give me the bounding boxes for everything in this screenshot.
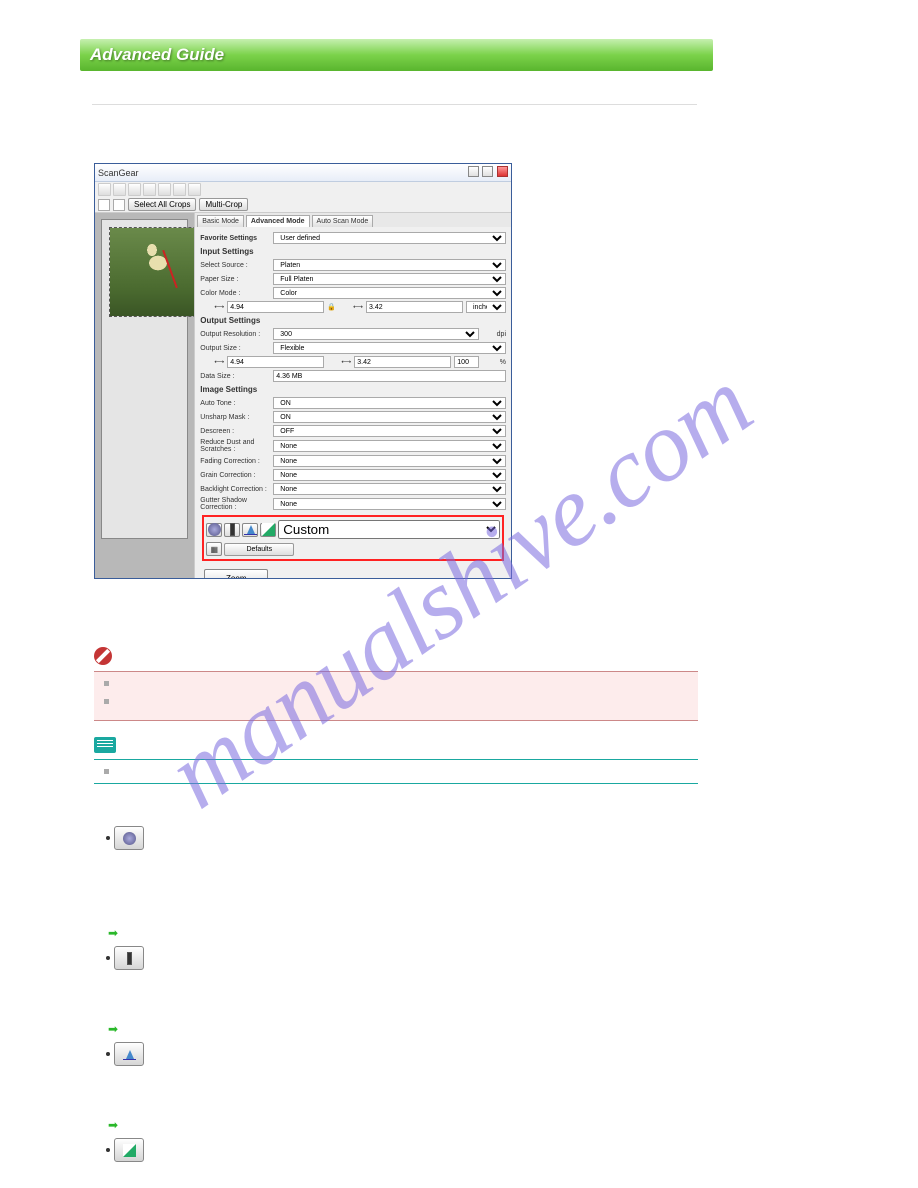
window-controls[interactable]: [467, 166, 508, 179]
header-title: Advanced Guide: [90, 45, 224, 65]
in-h[interactable]: [366, 301, 463, 313]
lock-icon[interactable]: 🔒: [327, 303, 336, 311]
tool-icon[interactable]: [98, 183, 111, 196]
bullet-icon: [104, 681, 109, 686]
gutter-select[interactable]: None: [273, 498, 506, 510]
input-head: Input Settings: [200, 247, 506, 256]
tone-curve-icon[interactable]: [114, 1138, 144, 1162]
important-icon: [94, 647, 112, 665]
select-all-crops-button[interactable]: Select All Crops: [128, 198, 196, 211]
brightness-icon[interactable]: [224, 523, 240, 537]
app-title: ScanGear: [98, 168, 139, 178]
divider: [92, 104, 697, 105]
datasize: [273, 370, 506, 382]
in-w[interactable]: [227, 301, 324, 313]
multi-crop-button[interactable]: Multi-Crop: [199, 198, 248, 211]
res-select[interactable]: 300: [273, 328, 479, 340]
color-select[interactable]: Color: [273, 287, 506, 299]
tab-basic[interactable]: Basic Mode: [197, 215, 244, 227]
saturation-balance-icon[interactable]: [114, 826, 144, 850]
tone-curve-icon[interactable]: [260, 523, 276, 537]
fading-select[interactable]: None: [273, 455, 506, 467]
tool-icon[interactable]: [113, 183, 126, 196]
scangear-window: ScanGear Select All Crops Multi-Crop Bas…: [94, 163, 512, 579]
adjust-list: ➡ ➡ ➡: [94, 826, 698, 1166]
tab-auto[interactable]: Auto Scan Mode: [312, 215, 374, 227]
saturation-icon[interactable]: [206, 523, 222, 537]
histogram-icon[interactable]: [242, 523, 258, 537]
titlebar: ScanGear: [95, 164, 511, 182]
arrow-icon: ➡: [108, 1022, 698, 1036]
maximize-icon[interactable]: [482, 166, 493, 177]
defaults-button[interactable]: Defaults: [224, 543, 294, 556]
tool-icon[interactable]: [143, 183, 156, 196]
outsize-select[interactable]: Flexible: [273, 342, 506, 354]
units-select[interactable]: inches: [466, 301, 506, 313]
arrow-icon: ➡: [108, 926, 698, 940]
crop-tool-icon[interactable]: [98, 199, 110, 211]
brightness-contrast-icon[interactable]: [114, 946, 144, 970]
tool-icon[interactable]: [158, 183, 171, 196]
list-item: [106, 1042, 698, 1066]
output-head: Output Settings: [200, 316, 506, 325]
unsharp-select[interactable]: ON: [273, 411, 506, 423]
paper-select[interactable]: Full Platen: [273, 273, 506, 285]
tool-icon[interactable]: [128, 183, 141, 196]
descreen-select[interactable]: OFF: [273, 425, 506, 437]
out-h[interactable]: [354, 356, 451, 368]
histogram-icon[interactable]: [114, 1042, 144, 1066]
mode-tabs: Basic Mode Advanced Mode Auto Scan Mode: [195, 213, 511, 227]
note-icon: [94, 737, 116, 753]
list-item: [106, 946, 698, 970]
crop-toolbar: Select All Crops Multi-Crop: [95, 197, 511, 213]
favorite-label: Favorite Settings: [200, 235, 270, 242]
important-box: [94, 647, 698, 721]
out-pct[interactable]: [454, 356, 479, 368]
arrow-icon: ➡: [108, 1118, 698, 1132]
bullet-icon: [104, 699, 109, 704]
note-box: [94, 737, 698, 784]
auto-tone-select[interactable]: ON: [273, 397, 506, 409]
custom-select[interactable]: Custom: [278, 520, 500, 539]
settings-pane: Basic Mode Advanced Mode Auto Scan Mode …: [194, 213, 511, 578]
final-review-icon[interactable]: ▦: [206, 542, 222, 556]
favorite-select[interactable]: User defined: [273, 232, 506, 244]
grain-select[interactable]: None: [273, 469, 506, 481]
toolbar: [95, 182, 511, 197]
bullet-icon: [104, 769, 109, 774]
close-icon[interactable]: [497, 166, 508, 177]
minimize-icon[interactable]: [468, 166, 479, 177]
list-item: [106, 1138, 698, 1162]
dust-select[interactable]: None: [273, 440, 506, 452]
help-icon[interactable]: [188, 183, 201, 196]
color-adjust-box: Custom ▦ Defaults: [202, 515, 504, 561]
image-head: Image Settings: [200, 385, 506, 394]
header-bar: Advanced Guide: [80, 39, 713, 71]
source-select[interactable]: Platen: [273, 259, 506, 271]
zoom-button[interactable]: Zoom: [204, 569, 268, 579]
out-w[interactable]: [227, 356, 324, 368]
tab-advanced[interactable]: Advanced Mode: [246, 215, 310, 227]
backlight-select[interactable]: None: [273, 483, 506, 495]
preview-pane: [95, 213, 194, 578]
preview-canvas[interactable]: [101, 219, 188, 539]
tool-icon[interactable]: [173, 183, 186, 196]
crop-tool-icon[interactable]: [113, 199, 125, 211]
list-item: [106, 826, 698, 850]
